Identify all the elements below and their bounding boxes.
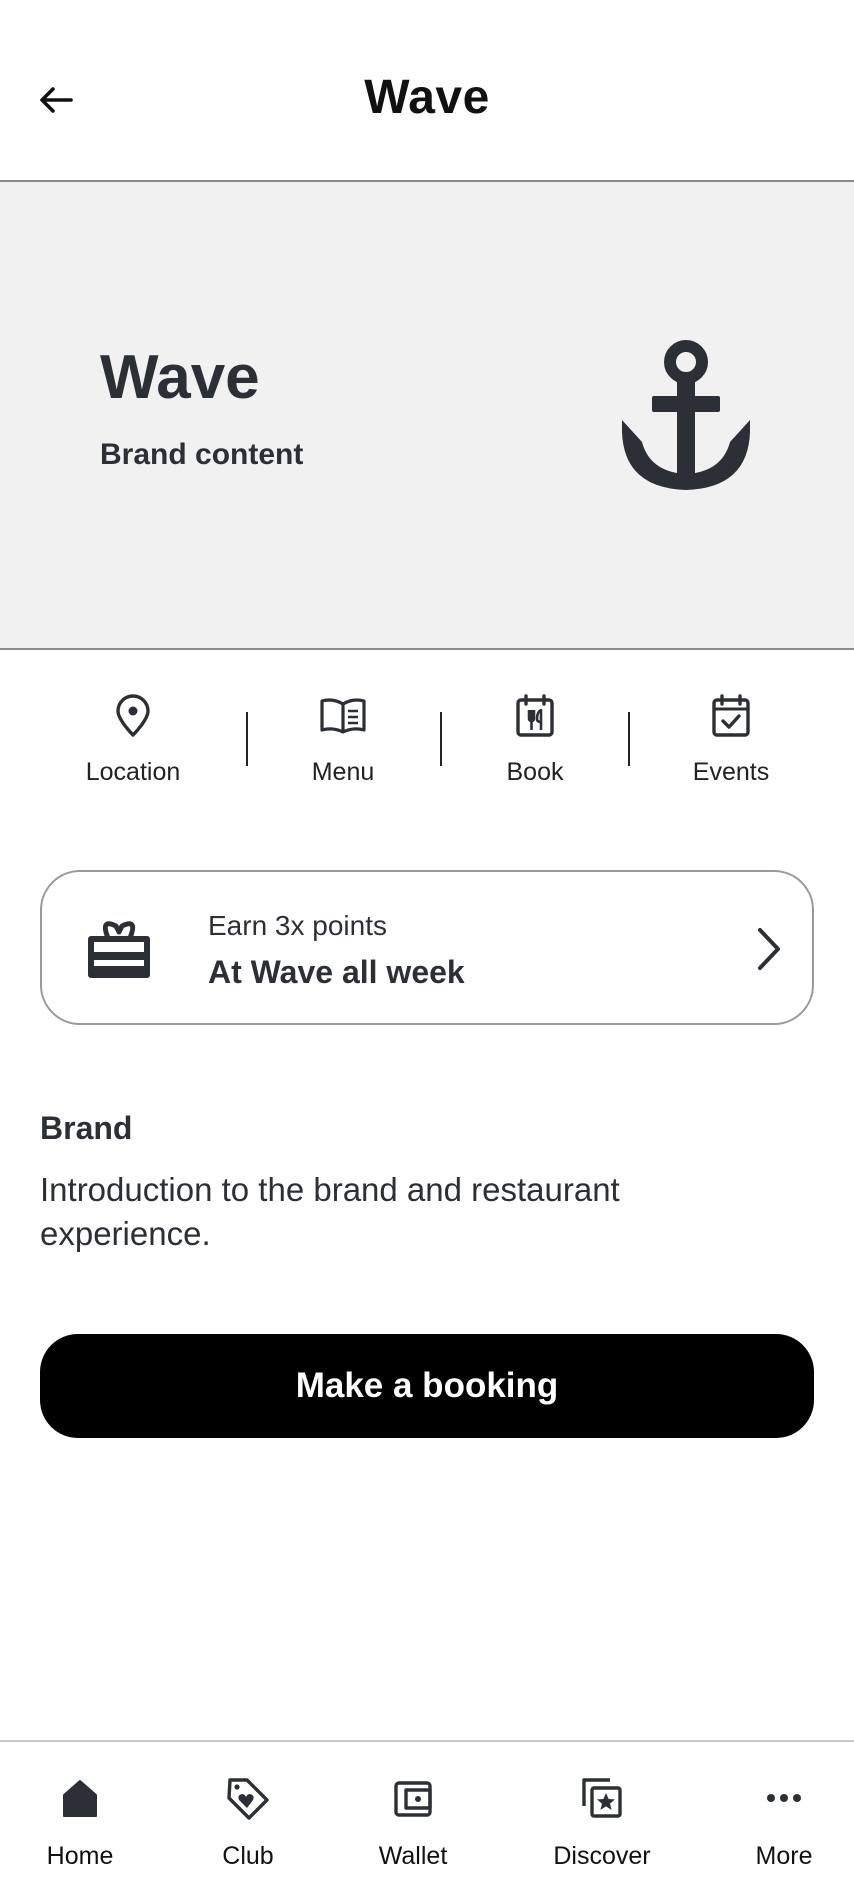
action-menu[interactable]: Menu xyxy=(258,692,428,787)
wallet-icon xyxy=(394,1781,432,1817)
nav-club-label: Club xyxy=(222,1842,274,1870)
more-dots-icon xyxy=(767,1794,801,1802)
action-divider xyxy=(628,712,630,766)
nav-discover-label: Discover xyxy=(553,1842,651,1870)
calendar-cutlery-icon xyxy=(516,694,554,737)
make-booking-button[interactable]: Make a booking xyxy=(40,1334,814,1438)
action-events-label: Events xyxy=(692,758,770,786)
nav-wallet-label: Wallet xyxy=(378,1842,448,1870)
home-icon xyxy=(63,1780,97,1817)
gift-card-icon xyxy=(88,921,150,978)
promo-title: Earn 3x points xyxy=(208,910,387,941)
open-book-icon xyxy=(320,698,366,734)
action-events[interactable]: Events xyxy=(646,692,816,787)
action-book[interactable]: Book xyxy=(450,692,620,787)
action-book-label: Book xyxy=(506,758,564,786)
promo-subtitle: At Wave all week xyxy=(208,954,465,990)
hero-subtitle: Brand content xyxy=(100,438,304,471)
action-divider xyxy=(246,712,248,766)
action-location-label: Location xyxy=(85,758,181,786)
nav-more[interactable]: More xyxy=(714,1772,854,1871)
promo-card[interactable]: Earn 3x points At Wave all week xyxy=(40,870,814,1025)
calendar-check-icon xyxy=(712,694,750,737)
quick-actions: Location Menu Book Events xyxy=(0,652,854,802)
nav-home-label: Home xyxy=(46,1842,114,1870)
bottom-nav: Home Club Wallet Discover More xyxy=(0,1740,854,1900)
anchor-icon xyxy=(622,340,750,490)
hero-title: Wave xyxy=(100,343,260,412)
hero-banner: Wave Brand content xyxy=(0,182,854,650)
nav-club[interactable]: Club xyxy=(178,1772,318,1871)
page-title: Wave xyxy=(364,71,490,124)
nav-wallet[interactable]: Wallet xyxy=(343,1772,483,1871)
app-screen: Wave Wave Brand content Location Menu Bo… xyxy=(0,0,854,1900)
nav-more-label: More xyxy=(755,1842,813,1870)
action-location[interactable]: Location xyxy=(48,692,218,787)
brand-description: Introduction to the brand and restaurant… xyxy=(40,1171,620,1252)
action-divider xyxy=(440,712,442,766)
top-bar: Wave xyxy=(0,0,854,182)
chevron-right-icon xyxy=(758,928,780,970)
nav-home[interactable]: Home xyxy=(10,1772,150,1871)
map-pin-icon xyxy=(116,694,150,737)
brand-heading: Brand xyxy=(40,1110,133,1146)
action-menu-label: Menu xyxy=(311,758,375,786)
nav-discover[interactable]: Discover xyxy=(532,1772,672,1871)
star-cards-icon xyxy=(582,1778,622,1818)
heart-tag-icon xyxy=(227,1778,269,1820)
